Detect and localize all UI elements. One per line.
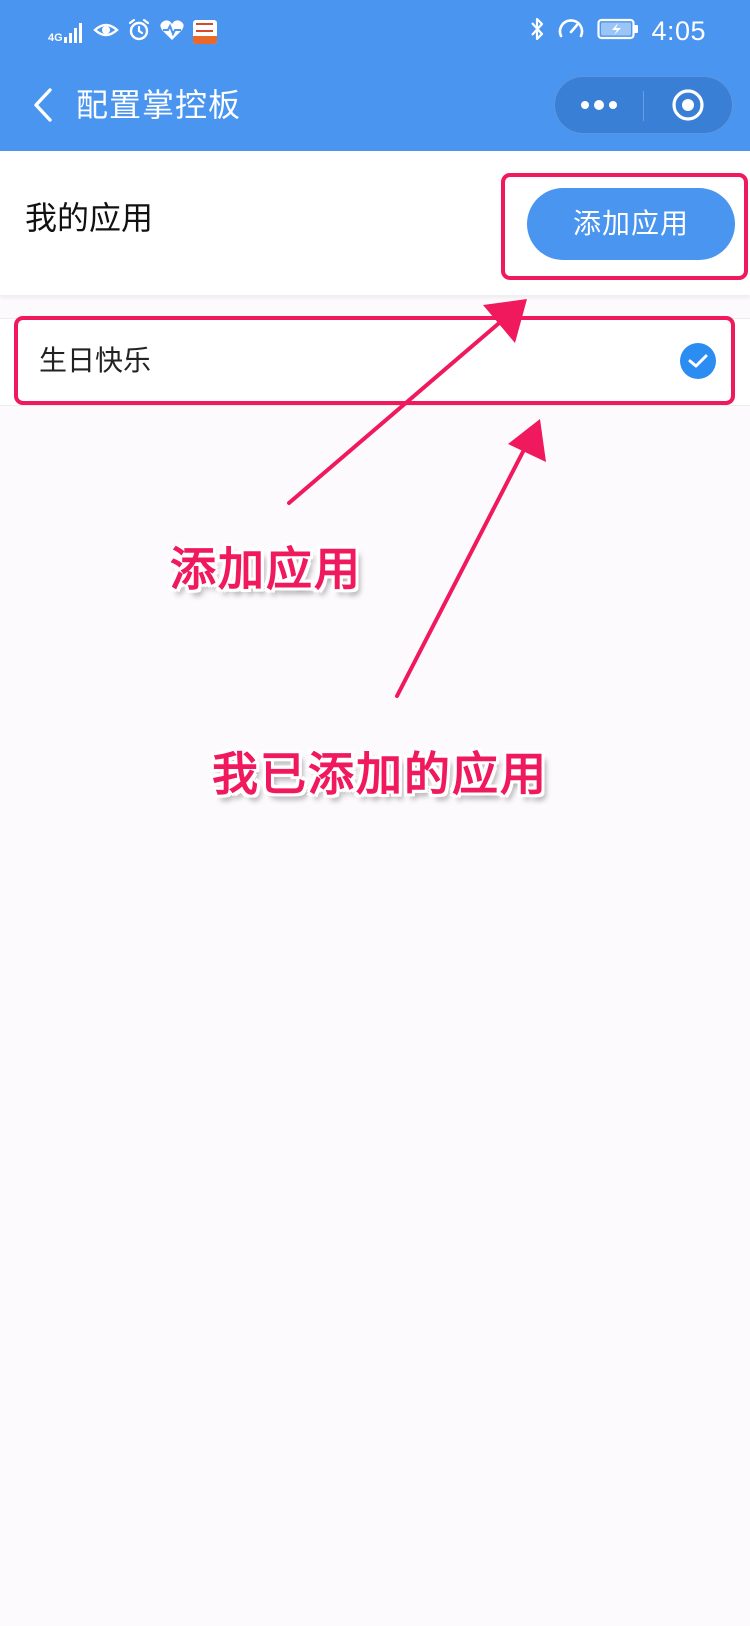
close-mini-program-button[interactable] bbox=[644, 77, 732, 133]
annotation-box-add-button bbox=[501, 173, 748, 280]
navigation-bar: 配置掌控板 bbox=[0, 60, 750, 151]
annotation-label-add-app: 添加应用 bbox=[170, 542, 362, 596]
section-title: 我的应用 bbox=[25, 199, 154, 237]
status-bar: 4G 4:05 bbox=[0, 0, 750, 60]
status-bar-right: 4:05 bbox=[529, 14, 706, 48]
mini-program-capsule bbox=[554, 76, 733, 134]
speedometer-icon bbox=[557, 16, 585, 46]
network-type: 4G bbox=[48, 32, 63, 44]
annotation-label-added-apps: 我已添加的应用 bbox=[212, 747, 548, 801]
annotation-box-app-item bbox=[14, 316, 735, 405]
chevron-left-icon bbox=[34, 88, 52, 122]
more-button[interactable] bbox=[555, 77, 643, 133]
page-title: 配置掌控板 bbox=[76, 86, 242, 124]
top-bar: 4G 4:05 配置掌控板 bbox=[0, 0, 750, 151]
eye-icon bbox=[92, 19, 119, 45]
battery-charging-icon bbox=[597, 18, 639, 44]
signal-icon: 4G bbox=[48, 20, 85, 44]
arrow-to-added-app bbox=[395, 419, 546, 698]
back-button[interactable] bbox=[18, 80, 68, 130]
target-icon bbox=[672, 89, 704, 121]
clock-time: 4:05 bbox=[651, 15, 706, 46]
heart-monitor-icon bbox=[159, 18, 185, 46]
status-bar-left: 4G bbox=[48, 16, 217, 48]
alarm-icon bbox=[127, 18, 151, 46]
app-thumbnail-icon bbox=[192, 20, 217, 44]
bluetooth-icon bbox=[529, 16, 545, 46]
more-dots-icon bbox=[581, 100, 617, 110]
